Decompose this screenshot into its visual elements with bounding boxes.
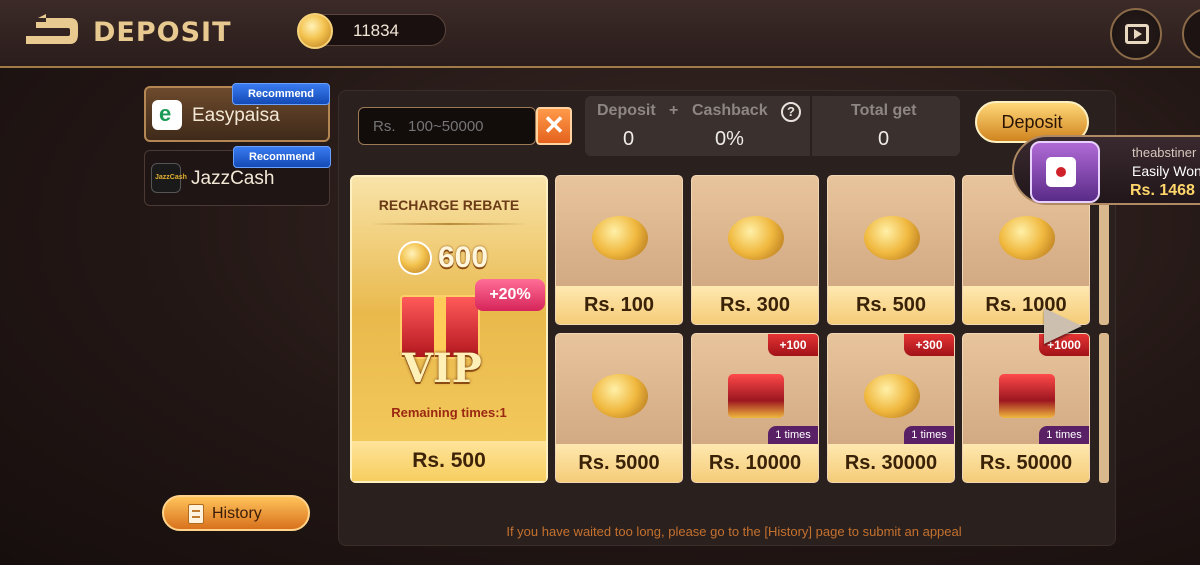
coin-icon	[592, 216, 648, 260]
appeal-note: If you have waited too long, please go t…	[506, 524, 962, 539]
rebate-amount: 600	[438, 241, 489, 274]
treasure-chest-icon	[728, 374, 784, 418]
plus-sign: +	[669, 102, 679, 119]
dice-game-icon	[1030, 141, 1100, 203]
deposit-summary: Deposit + Cashback ? 0 0% Total get 0	[585, 96, 960, 156]
coin-pile-icon	[864, 374, 920, 418]
package-price: Rs. 10000	[692, 444, 818, 482]
page-title: DEPOSIT	[93, 17, 232, 48]
balance-display: 11834	[297, 13, 446, 49]
red-box-icon	[999, 374, 1055, 418]
recommend-badge: Recommend	[232, 83, 330, 105]
package-card-peek	[1099, 333, 1109, 483]
recommend-badge: Recommend	[233, 146, 331, 168]
coin-pile-icon	[592, 374, 648, 418]
cashback-label: Cashback	[692, 102, 768, 119]
amount-input[interactable]	[358, 107, 536, 145]
vip-price: Rs. 500	[352, 441, 546, 481]
method-label: Easypaisa	[192, 105, 280, 126]
vip-rebate-card[interactable]: RECHARGE REBATE 600 +20% VIP Remaining t…	[350, 175, 548, 483]
history-label: History	[212, 505, 262, 522]
package-card[interactable]: Rs. 300	[691, 175, 819, 325]
bonus-badge: +20%	[475, 279, 545, 311]
package-card[interactable]: +300 1 times Rs. 30000	[827, 333, 955, 483]
times-badge: 1 times	[768, 426, 818, 444]
balance-value: 11834	[353, 21, 400, 40]
method-jazzcash[interactable]: JazzCash JazzCash Recommend	[144, 146, 331, 206]
rebate-title: RECHARGE REBATE	[378, 197, 520, 213]
menu-button[interactable]	[1182, 8, 1200, 60]
winner-toast: theabstiner Easily Won Rs. 1468	[1012, 135, 1200, 205]
remaining-times: Remaining times:1	[391, 405, 507, 420]
divider	[810, 96, 812, 156]
die-icon	[1046, 157, 1076, 187]
package-price: Rs. 50000	[963, 444, 1089, 482]
method-label: JazzCash	[191, 168, 275, 189]
jazzcash-logo-icon: JazzCash	[151, 163, 187, 193]
divider	[370, 223, 528, 225]
package-price: Rs. 500	[828, 286, 954, 324]
cashback-value: 0%	[715, 128, 744, 150]
package-card[interactable]: +100 1 times Rs. 10000	[691, 333, 819, 483]
help-icon[interactable]: ?	[781, 102, 801, 122]
coin-stack-icon	[728, 216, 784, 260]
bonus-tag: +300	[904, 334, 954, 356]
package-card[interactable]: Rs. 5000	[555, 333, 683, 483]
package-card[interactable]: Rs. 100	[555, 175, 683, 325]
next-arrow-icon[interactable]	[1044, 308, 1082, 344]
coin-icon	[297, 13, 333, 49]
package-card[interactable]: Rs. 500	[827, 175, 955, 325]
deposit-value: 0	[623, 128, 635, 150]
video-icon	[1125, 24, 1149, 44]
document-icon	[188, 504, 204, 524]
easypaisa-logo-icon	[152, 100, 182, 130]
times-badge: 1 times	[1039, 426, 1089, 444]
history-button[interactable]: History	[162, 495, 310, 531]
winner-amount: Rs. 1468	[1130, 182, 1195, 199]
total-value: 0	[878, 128, 890, 150]
coin-pile-icon	[999, 216, 1055, 260]
winner-message: Easily Won	[1132, 163, 1200, 179]
package-price: Rs. 30000	[828, 444, 954, 482]
package-card[interactable]: +1000 1 times Rs. 50000	[962, 333, 1090, 483]
package-price: Rs. 300	[692, 286, 818, 324]
coin-icon	[398, 241, 432, 275]
winner-name: theabstiner	[1132, 145, 1197, 160]
package-price: Rs. 100	[556, 286, 682, 324]
clear-button[interactable]: ✕	[536, 107, 572, 145]
times-badge: 1 times	[904, 426, 954, 444]
back-arrow-icon[interactable]	[22, 14, 80, 48]
package-price: Rs. 5000	[556, 444, 682, 482]
bonus-tag: +100	[768, 334, 818, 356]
method-easypaisa[interactable]: Easypaisa Recommend	[144, 83, 330, 142]
vip-label: VIP	[402, 345, 482, 392]
video-button[interactable]	[1110, 8, 1162, 60]
top-bar: DEPOSIT 11834	[0, 0, 1200, 68]
coin-stack-icon	[864, 216, 920, 260]
deposit-label: Deposit	[597, 102, 656, 119]
total-label: Total get	[851, 102, 917, 119]
